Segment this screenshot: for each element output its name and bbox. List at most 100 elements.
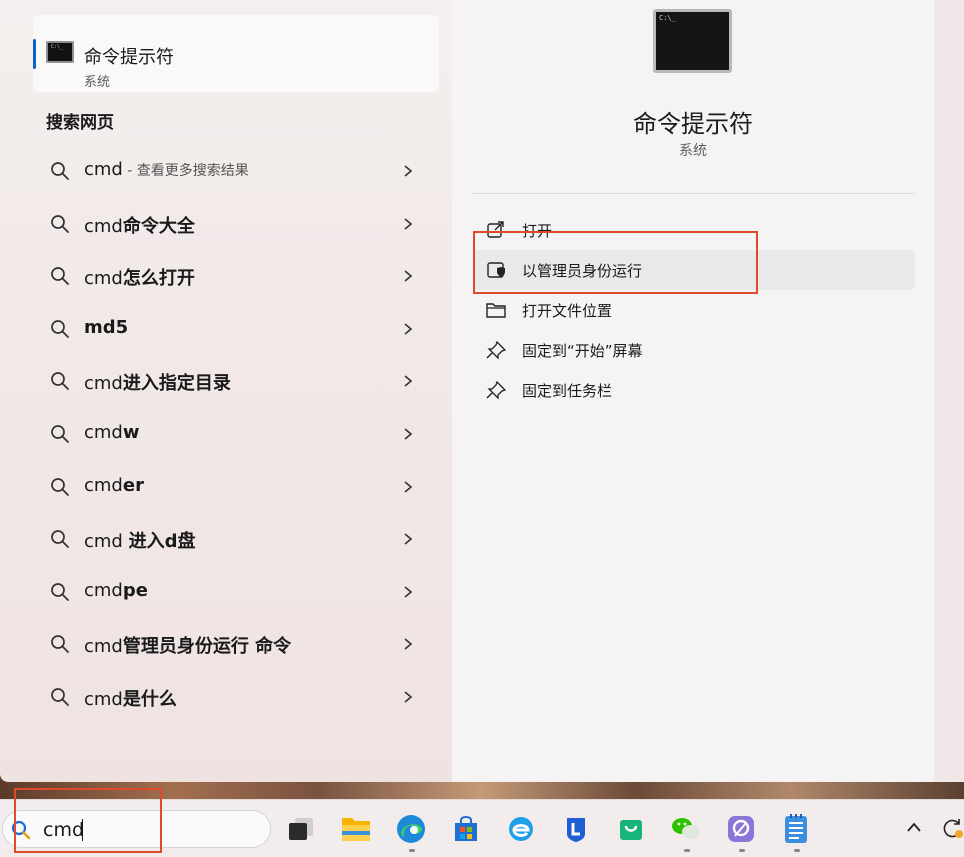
action-pin-to-start[interactable]: 固定到“开始”屏幕 xyxy=(473,330,915,370)
wechat-button[interactable] xyxy=(669,812,703,846)
chevron-right-icon xyxy=(404,428,413,440)
chevron-right-icon xyxy=(404,323,413,335)
action-pin-to-taskbar[interactable]: 固定到任务栏 xyxy=(473,370,915,410)
task-view-icon xyxy=(289,818,313,840)
result-suffix: 命令大全 xyxy=(122,215,195,237)
running-indicator xyxy=(794,849,800,852)
detail-title: 命令提示符 xyxy=(633,110,753,138)
chevron-right-icon xyxy=(404,165,413,177)
web-results-list: cmd - 查看更多搜索结果 cmd命令大全 cmd怎么打开 md5 cmd进入指定目录… xyxy=(33,145,439,724)
notepad-button[interactable] xyxy=(779,812,813,846)
web-result-item[interactable]: cmd怎么打开 xyxy=(33,250,439,303)
notepad-icon xyxy=(785,814,807,843)
result-suffix: 管理员身份运行 命令 xyxy=(122,636,292,658)
search-icon xyxy=(51,477,69,496)
result-suffix: 进入指定目录 xyxy=(122,373,231,395)
web-result-item[interactable]: cmd 进入d盘 xyxy=(33,513,439,566)
web-result-item[interactable]: cmd命令大全 xyxy=(33,198,439,251)
result-suffix: 怎么打开 xyxy=(122,268,195,290)
lenovo-button[interactable] xyxy=(559,812,593,846)
search-panel: C:\_ 命令提示符 系统 搜索网页 cmd - 查看更多搜索结果 cmd命令大全… xyxy=(0,0,964,782)
chevron-right-icon xyxy=(404,480,413,493)
running-indicator xyxy=(739,849,745,852)
chevron-up-icon[interactable] xyxy=(905,820,923,834)
running-indicator xyxy=(684,849,690,852)
search-icon xyxy=(51,267,69,286)
result-label: cmd - 查看更多搜索结果 xyxy=(84,159,249,180)
selection-accent xyxy=(33,39,36,69)
result-suffix: pe xyxy=(122,579,148,601)
panel-edge xyxy=(934,0,964,782)
search-icon xyxy=(51,530,69,549)
sync-icon[interactable] xyxy=(942,817,964,839)
chevron-right-icon xyxy=(404,638,413,650)
result-label: cmdw xyxy=(84,422,140,443)
web-result-item[interactable]: cmd - 查看更多搜索结果 xyxy=(33,145,439,198)
result-label: cmd 进入d盘 xyxy=(84,527,195,553)
result-label: cmdpe xyxy=(84,580,148,601)
shopping-app-button[interactable] xyxy=(614,812,648,846)
ie-icon xyxy=(509,817,533,841)
result-prefix: cmd xyxy=(84,579,123,601)
result-prefix: cmd xyxy=(84,159,123,180)
action-label: 固定到任务栏 xyxy=(522,382,613,400)
result-label: cmd是什么 xyxy=(84,685,177,711)
action-label: 打开文件位置 xyxy=(522,302,613,320)
result-label: cmd管理员身份运行 命令 xyxy=(84,632,291,658)
chevron-right-icon xyxy=(404,270,413,282)
web-result-item[interactable]: md5 xyxy=(33,303,439,356)
result-label: cmd命令大全 xyxy=(84,212,195,238)
search-icon xyxy=(51,688,69,706)
pin-icon xyxy=(486,341,506,359)
result-suffix: 进入d盘 xyxy=(128,531,196,553)
web-result-item[interactable]: cmd进入指定目录 xyxy=(33,355,439,408)
result-label: cmder xyxy=(84,475,144,496)
results-column: C:\_ 命令提示符 系统 搜索网页 cmd - 查看更多搜索结果 cmd命令大全… xyxy=(0,0,452,782)
search-icon xyxy=(51,214,69,233)
result-prefix: cmd xyxy=(84,373,123,395)
chevron-right-icon xyxy=(404,586,413,598)
result-prefix: cmd xyxy=(84,688,123,710)
action-label: 固定到“开始”屏幕 xyxy=(522,342,643,360)
file-explorer-icon xyxy=(342,818,370,841)
web-section-title: 搜索网页 xyxy=(46,113,114,133)
browser-button[interactable] xyxy=(724,812,758,846)
result-prefix: cmd xyxy=(84,636,123,658)
search-icon xyxy=(51,372,69,391)
task-view-button[interactable] xyxy=(284,812,318,846)
annotation-highlight-run-as-admin xyxy=(473,231,758,294)
chevron-right-icon xyxy=(404,533,413,545)
result-suffix: er xyxy=(122,474,144,496)
result-label: cmd怎么打开 xyxy=(84,264,195,290)
result-label: md5 xyxy=(84,317,128,338)
ie-button[interactable] xyxy=(504,812,538,846)
edge-icon xyxy=(397,815,425,843)
pin-icon xyxy=(486,381,506,399)
result-prefix: cmd xyxy=(84,531,129,553)
result-prefix: cmd xyxy=(84,421,123,443)
detail-subtitle: 系统 xyxy=(679,143,707,159)
best-match-card[interactable]: C:\_ 命令提示符 系统 xyxy=(33,15,439,92)
result-suffix: w xyxy=(122,421,140,443)
wechat-icon xyxy=(672,818,700,839)
result-hint: - 查看更多搜索结果 xyxy=(122,163,249,179)
search-icon xyxy=(51,319,69,338)
web-result-item[interactable]: cmder xyxy=(33,461,439,514)
web-result-item[interactable]: cmdpe xyxy=(33,566,439,619)
result-prefix: cmd xyxy=(84,474,123,496)
search-icon xyxy=(51,425,69,443)
detail-divider xyxy=(472,193,915,194)
action-open-file-location[interactable]: 打开文件位置 xyxy=(473,290,915,330)
file-explorer-button[interactable] xyxy=(339,812,373,846)
web-result-item[interactable]: cmdw xyxy=(33,408,439,461)
edge-button[interactable] xyxy=(394,812,428,846)
search-icon xyxy=(51,635,69,654)
result-label: cmd进入指定目录 xyxy=(84,369,231,395)
web-result-item[interactable]: cmd是什么 xyxy=(33,671,439,724)
shopping-bag-icon xyxy=(620,820,642,840)
result-suffix: md5 xyxy=(84,316,129,338)
web-result-item[interactable]: cmd管理员身份运行 命令 xyxy=(33,618,439,671)
best-match-title: 命令提示符 xyxy=(84,47,174,68)
microsoft-store-button[interactable] xyxy=(449,812,483,846)
annotation-highlight-search xyxy=(14,788,162,853)
